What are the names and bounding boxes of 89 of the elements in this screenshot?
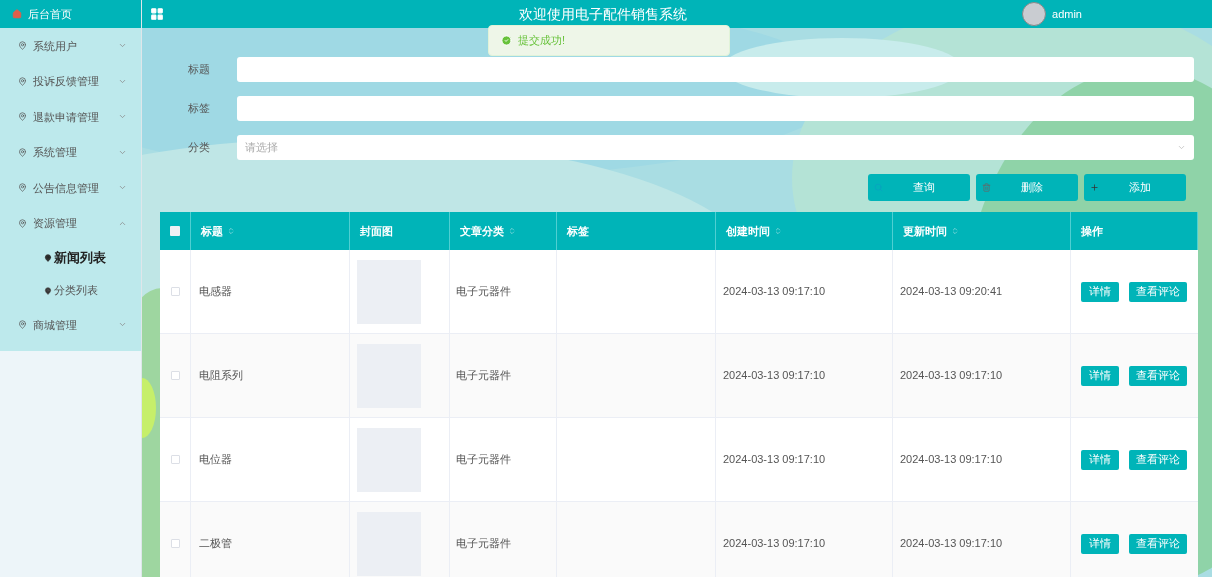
menu-item[interactable]: 系统管理: [0, 134, 141, 170]
input-field[interactable]: [237, 96, 1194, 121]
submenu-item[interactable]: 分类列表: [0, 274, 141, 307]
app-title: 欢迎使用电子配件销售系统: [519, 4, 687, 24]
input-field[interactable]: [237, 57, 1194, 82]
category-text: 电子元器件: [456, 284, 511, 300]
filter-label: 标签: [188, 101, 211, 117]
pin-icon: [18, 218, 27, 228]
username: admin: [1052, 6, 1082, 22]
success-icon: [501, 35, 512, 46]
row-checkbox[interactable]: [170, 371, 180, 380]
menu-item[interactable]: 系统用户: [0, 28, 141, 64]
title-text: 二极管: [199, 536, 232, 552]
view-comments-button[interactable]: 查看评论: [1129, 533, 1187, 554]
detail-button[interactable]: 详情: [1081, 449, 1119, 470]
row-checkbox[interactable]: [170, 455, 180, 464]
chevron-icon: [1177, 143, 1186, 152]
menu-label: 系统用户: [33, 38, 78, 54]
pin-icon: [18, 112, 27, 122]
view-comments-button[interactable]: 查看评论: [1129, 449, 1187, 470]
created-time: 2024-03-13 09:17:10: [723, 452, 826, 468]
menu-item[interactable]: 投诉反馈管理: [0, 63, 141, 99]
pin-icon: [44, 253, 52, 262]
submenu-item[interactable]: 新闻列表: [0, 241, 141, 274]
category-text: 电子元器件: [456, 536, 511, 552]
column-header: 操作: [1081, 223, 1103, 239]
pin-icon: [18, 41, 27, 51]
toast-message: 提交成功!: [518, 33, 566, 49]
menu-item[interactable]: 公告信息管理: [0, 170, 141, 206]
sort-icon[interactable]: [774, 227, 782, 235]
menu-label: 资源管理: [33, 216, 78, 231]
sort-icon[interactable]: [227, 227, 235, 235]
menu-item[interactable]: 退款申请管理: [0, 99, 141, 135]
filter-label: 分类: [188, 140, 211, 156]
avatar[interactable]: [1022, 2, 1047, 26]
menu-item[interactable]: 资源管理: [0, 205, 141, 241]
updated-time: 2024-03-13 09:17:10: [900, 452, 1003, 468]
column-header: 标签: [567, 223, 589, 239]
grid-icon[interactable]: [150, 7, 164, 21]
category-text: 电子元器件: [456, 368, 511, 384]
pin-icon: [18, 76, 27, 86]
select-placeholder: 请选择: [245, 140, 279, 156]
updated-time: 2024-03-13 09:17:10: [900, 368, 1003, 384]
action-button[interactable]: 删除: [976, 174, 1078, 201]
updated-time: 2024-03-13 09:20:41: [900, 284, 1003, 300]
row-checkbox[interactable]: [170, 539, 180, 548]
menu-label: 商城管理: [33, 317, 78, 333]
sort-icon[interactable]: [951, 227, 959, 235]
sort-icon[interactable]: [508, 227, 516, 235]
submenu-label: 分类列表: [54, 283, 98, 299]
created-time: 2024-03-13 09:17:10: [723, 536, 826, 552]
pin-icon: [18, 183, 27, 193]
detail-button[interactable]: 详情: [1081, 533, 1119, 554]
menu-label: 系统管理: [33, 145, 78, 160]
action-button[interactable]: 查询: [868, 174, 970, 201]
pin-icon: [44, 286, 52, 295]
menu-label: 公告信息管理: [33, 180, 100, 196]
submenu-label: 新闻列表: [54, 248, 106, 267]
view-comments-button[interactable]: 查看评论: [1129, 365, 1187, 386]
column-header: 文章分类: [460, 223, 504, 239]
created-time: 2024-03-13 09:17:10: [723, 368, 826, 384]
filter-label: 标题: [188, 62, 211, 78]
detail-button[interactable]: 详情: [1081, 365, 1119, 386]
column-header: 标题: [201, 223, 223, 239]
trash-icon: [982, 183, 991, 192]
menu-label: 投诉反馈管理: [33, 74, 100, 89]
pin-icon: [18, 320, 27, 330]
detail-button[interactable]: 详情: [1081, 281, 1119, 302]
title-text: 电位器: [199, 452, 232, 468]
menu-label: 退款申请管理: [33, 109, 100, 125]
menu-item[interactable]: 商城管理: [0, 307, 141, 343]
updated-time: 2024-03-13 09:17:10: [900, 536, 1003, 552]
pin-icon: [18, 147, 27, 157]
home-label: 后台首页: [28, 6, 72, 22]
column-header: 更新时间: [903, 223, 947, 239]
title-text: 电阻系列: [199, 368, 243, 384]
column-header: 创建时间: [726, 223, 770, 239]
home-menu-item[interactable]: 后台首页: [0, 0, 141, 28]
column-header: 封面图: [360, 223, 393, 239]
category-select[interactable]: 请选择: [237, 135, 1194, 160]
view-comments-button[interactable]: 查看评论: [1129, 281, 1187, 302]
home-icon: [12, 9, 22, 19]
plus-icon: [1090, 183, 1099, 192]
action-button[interactable]: 添加: [1084, 174, 1186, 201]
title-text: 电感器: [199, 284, 232, 300]
created-time: 2024-03-13 09:17:10: [723, 284, 826, 300]
select-all-checkbox[interactable]: [170, 226, 180, 236]
category-text: 电子元器件: [456, 452, 511, 468]
row-checkbox[interactable]: [170, 287, 180, 296]
